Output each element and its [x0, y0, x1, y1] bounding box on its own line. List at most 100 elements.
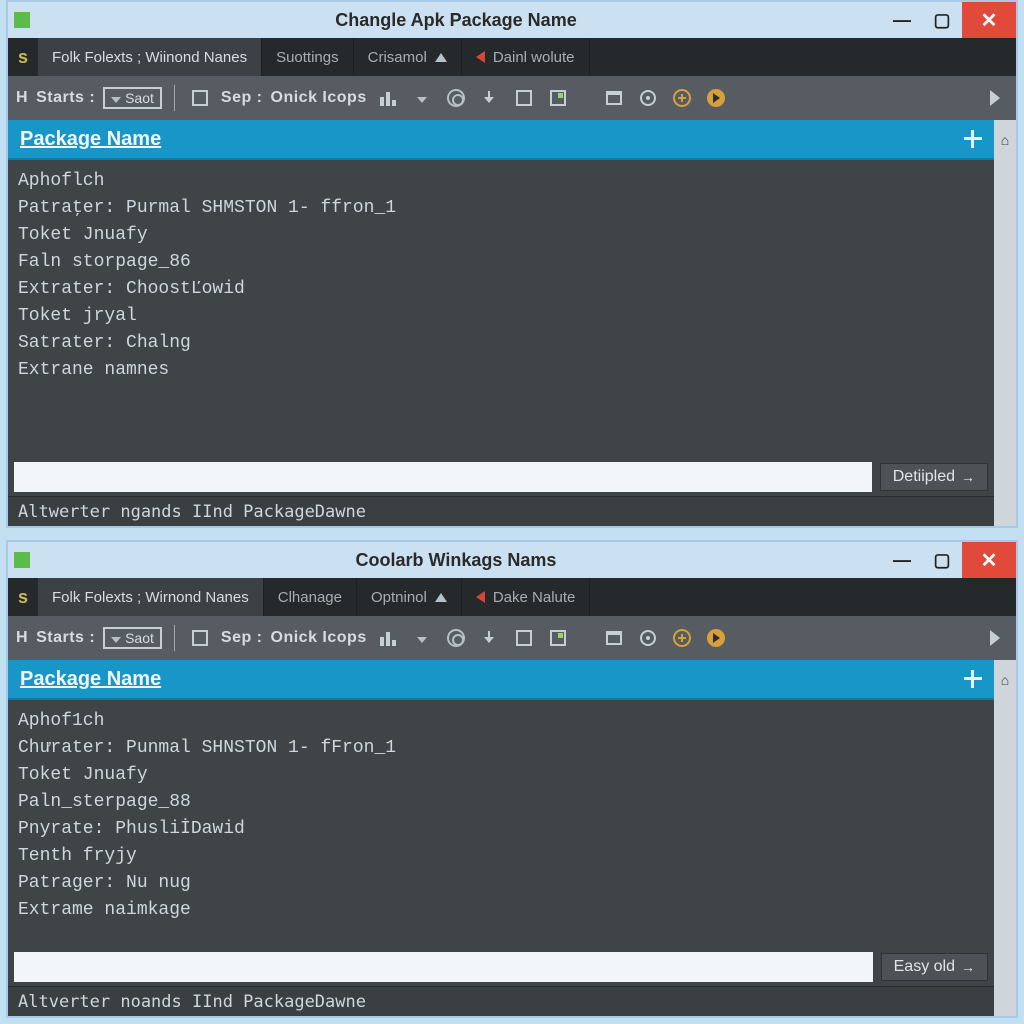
easy-old-button[interactable]: Easy old→	[881, 953, 988, 981]
tb-h-glyph: H	[16, 629, 28, 647]
tabstrip: s Folk Folexts ; Wirnond Nanes Clhanage …	[8, 578, 1016, 616]
bars-icon[interactable]	[375, 85, 401, 111]
record-icon[interactable]	[635, 85, 661, 111]
code-line: Pnyrate: PhusliİDawid	[18, 816, 984, 843]
calendar-icon[interactable]	[545, 625, 571, 651]
command-input[interactable]	[14, 462, 872, 492]
panel-icon[interactable]	[187, 85, 213, 111]
code-panel: Aphoflch Patraţer: Purmal SHMSTON 1- ffr…	[8, 160, 994, 458]
code-line: Aphoflch	[18, 168, 984, 195]
home-icon[interactable]: ⌂	[1001, 132, 1009, 148]
calendar-icon[interactable]	[545, 85, 571, 111]
close-button[interactable]: ✕	[962, 542, 1016, 578]
home-icon[interactable]: ⌂	[1001, 672, 1009, 688]
panel-title: Package Name	[20, 128, 161, 151]
square-icon[interactable]	[511, 625, 537, 651]
code-line: Satrater: Chalng	[18, 330, 984, 357]
window-title: Changle Apk Package Name	[30, 10, 882, 31]
play-icon[interactable]	[703, 625, 729, 651]
tb-sep-label: Sep :	[221, 89, 263, 107]
triangle-left-icon	[476, 51, 485, 63]
add-icon[interactable]	[669, 625, 695, 651]
tab-dake[interactable]: Dake Nalute	[462, 578, 591, 616]
panel-header: Package Name	[8, 660, 994, 700]
brand-icon: s	[8, 578, 38, 616]
tb-saot-chip[interactable]: Saot	[103, 87, 162, 109]
code-line: Patraţer: Purmal SHMSTON 1- ffron_1	[18, 195, 984, 222]
maximize-button[interactable]: ▢	[922, 542, 962, 578]
separator-icon	[174, 625, 175, 651]
status-bar: Altverter noands IInd PackageDawne	[8, 986, 994, 1016]
status-bar: Altwerter ngands IInd PackageDawne	[8, 496, 994, 526]
next-icon[interactable]	[982, 85, 1008, 111]
toolbar: H Starts : Saot Sep : Onick Icops	[8, 616, 1016, 660]
triangle-left-icon	[476, 591, 485, 603]
code-line: Toket Jnuafy	[18, 222, 984, 249]
tb-saot-chip[interactable]: Saot	[103, 627, 162, 649]
tb-starts-label: Starts :	[36, 89, 95, 107]
tb-starts-label: Starts :	[36, 629, 95, 647]
dropdown-icon[interactable]	[409, 85, 435, 111]
arrow-right-icon: →	[961, 469, 975, 485]
tb-onick-label: Onick Icops	[271, 629, 367, 647]
triangle-up-icon	[435, 53, 447, 62]
code-line: Toket Jnuafy	[18, 762, 984, 789]
code-panel: Aphof1ch Chưrater: Punmal SHNSTON 1- fFr…	[8, 700, 994, 948]
input-row: Detiipled→	[8, 458, 994, 496]
next-icon[interactable]	[982, 625, 1008, 651]
tb-onick-label: Onick Icops	[271, 89, 367, 107]
minimize-button[interactable]: —	[882, 2, 922, 38]
record-icon[interactable]	[635, 625, 661, 651]
side-gutter: ⌂	[994, 120, 1016, 526]
move-handle-icon[interactable]	[964, 130, 982, 148]
tab-optninol[interactable]: Optninol	[357, 578, 462, 616]
window-title: Coolarb Winkags Nams	[30, 550, 882, 571]
side-gutter: ⌂	[994, 660, 1016, 1016]
panel-title: Package Name	[20, 668, 161, 691]
play-icon[interactable]	[703, 85, 729, 111]
detipled-button[interactable]: Detiipled→	[880, 463, 988, 491]
code-line: Faln storpage_86	[18, 249, 984, 276]
code-line: Aphof1ch	[18, 708, 984, 735]
triangle-up-icon	[435, 593, 447, 602]
tab-dainl[interactable]: Dainl wolute	[462, 38, 590, 76]
chevron-down-icon	[111, 637, 121, 643]
tab-folk-folexts[interactable]: Folk Folexts ; Wiinond Nanes	[38, 38, 262, 76]
command-input[interactable]	[14, 952, 873, 982]
bookmark-icon[interactable]	[601, 85, 627, 111]
move-handle-icon[interactable]	[964, 670, 982, 688]
titlebar[interactable]: Changle Apk Package Name — ▢ ✕	[8, 2, 1016, 38]
code-line: Extrane namnes	[18, 357, 984, 384]
code-line: Chưrater: Punmal SHNSTON 1- fFron_1	[18, 735, 984, 762]
code-line: Extrater: ChoostĽowid	[18, 276, 984, 303]
tabstrip: s Folk Folexts ; Wiinond Nanes Suottings…	[8, 38, 1016, 76]
panel-icon[interactable]	[187, 625, 213, 651]
bars-icon[interactable]	[375, 625, 401, 651]
close-button[interactable]: ✕	[962, 2, 1016, 38]
brand-icon: s	[8, 38, 38, 76]
target-icon[interactable]	[443, 625, 469, 651]
dropdown-icon[interactable]	[409, 625, 435, 651]
bookmark-icon[interactable]	[601, 625, 627, 651]
app-icon	[14, 12, 30, 28]
add-icon[interactable]	[669, 85, 695, 111]
tab-crisamol[interactable]: Crisamol	[354, 38, 462, 76]
code-line: Tenth fryjy	[18, 843, 984, 870]
input-row: Easy old→	[8, 948, 994, 986]
target-icon[interactable]	[443, 85, 469, 111]
square-icon[interactable]	[511, 85, 537, 111]
code-line: Extrame naimkage	[18, 897, 984, 924]
tb-h-glyph: H	[16, 89, 28, 107]
window-2: Coolarb Winkags Nams — ▢ ✕ s Folk Folext…	[6, 540, 1018, 1018]
download-icon[interactable]	[477, 85, 503, 111]
tb-sep-label: Sep :	[221, 629, 263, 647]
maximize-button[interactable]: ▢	[922, 2, 962, 38]
tab-suottings[interactable]: Suottings	[262, 38, 354, 76]
titlebar[interactable]: Coolarb Winkags Nams — ▢ ✕	[8, 542, 1016, 578]
window-1: Changle Apk Package Name — ▢ ✕ s Folk Fo…	[6, 0, 1018, 528]
code-line: Paln_sterpage_88	[18, 789, 984, 816]
download-icon[interactable]	[477, 625, 503, 651]
tab-folk-folexts[interactable]: Folk Folexts ; Wirnond Nanes	[38, 578, 264, 616]
minimize-button[interactable]: —	[882, 542, 922, 578]
tab-clhanage[interactable]: Clhanage	[264, 578, 357, 616]
